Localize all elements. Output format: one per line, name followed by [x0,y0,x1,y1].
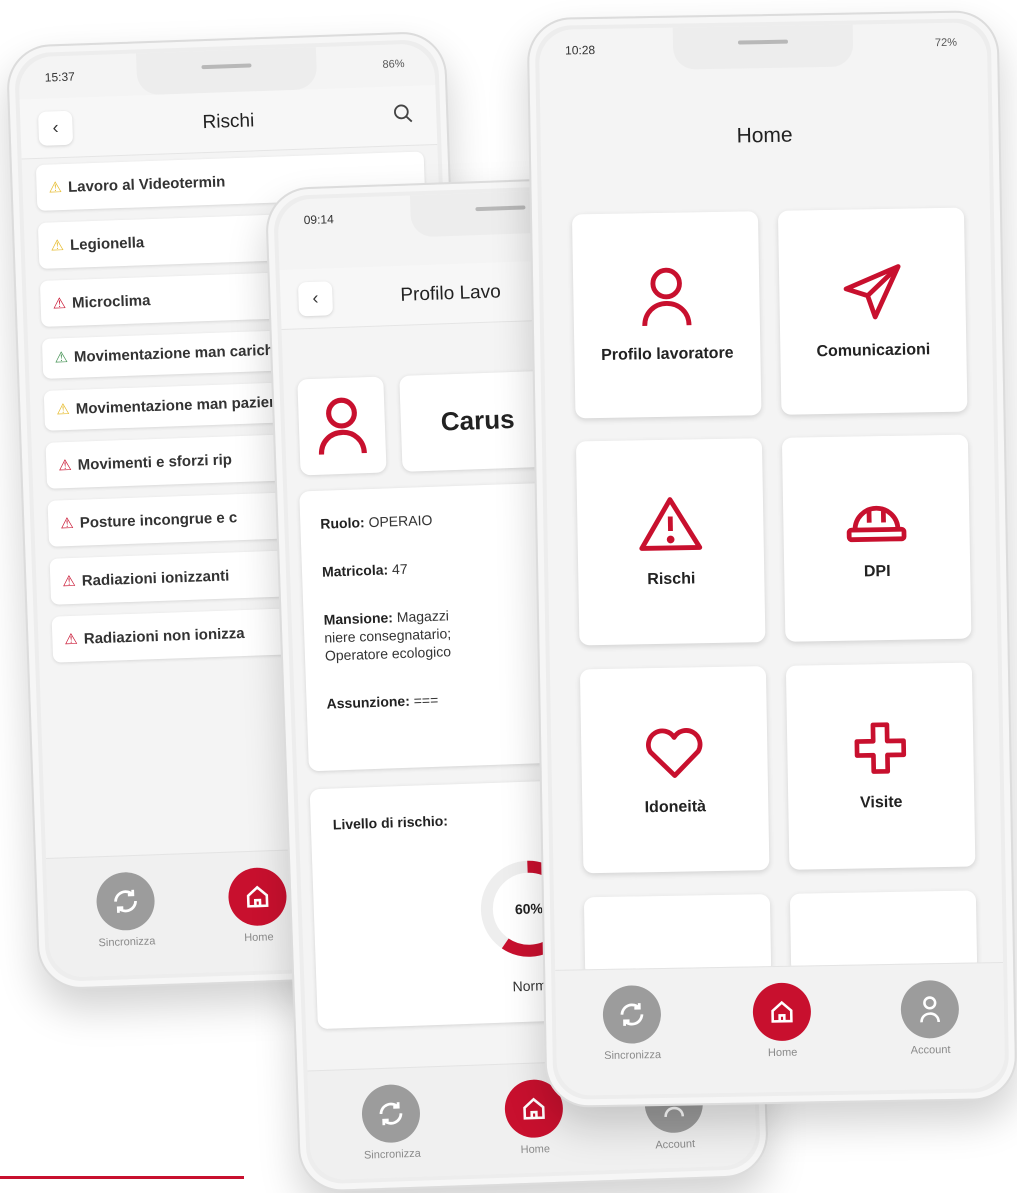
home-icon [771,1000,793,1023]
nav-label: Sincronizza [363,1147,422,1162]
status-time: 09:14 [303,212,334,228]
hire-value: === [413,691,439,709]
nav-label: Home [520,1143,551,1157]
risk-label: Posture incongrue e c [79,509,238,532]
nav-label: Account [655,1138,696,1152]
status-time: 10:28 [564,43,596,58]
medical-cross-icon [854,722,907,774]
status-time: 15:37 [44,69,76,85]
page-title: Home [736,123,793,148]
sync-icon [379,1102,403,1126]
task-row: Mansione: Magazzi niere consegnatario; O… [323,607,452,664]
account-button[interactable] [900,979,960,1039]
warning-icon: ⚠ [56,400,71,419]
warning-icon: ⚠ [52,295,67,313]
tile-profilo-lavoratore[interactable]: Profilo lavoratore [571,211,762,419]
chevron-left-icon: ‹ [312,287,319,308]
tile-label: Comunicazioni [816,341,931,361]
tile-partial[interactable] [583,894,772,978]
avatar [297,376,387,476]
risk-label: Lavoro al Videotermin [67,173,226,196]
nav-sync[interactable]: Sincronizza [350,1083,433,1162]
bottom-nav: Sincronizza Home Account [555,962,1006,1096]
helmet-icon [846,505,907,543]
warning-icon: ⚠ [58,456,73,475]
risk-percent: 60% [515,900,544,917]
tile-comunicazioni[interactable]: Comunicazioni [777,207,968,415]
nav-home[interactable]: Home [216,866,299,945]
page-title: Rischi [202,109,255,133]
sync-button[interactable] [360,1083,421,1144]
risks-header: ‹ Rischi [19,84,438,160]
warning-icon: ⚠ [54,348,69,367]
warning-icon [639,497,703,551]
person-icon [920,996,940,1023]
risk-label: Movimentazione man pazienti [75,393,288,418]
notch [135,47,318,96]
back-button[interactable]: ‹ [37,110,74,146]
sync-button[interactable] [602,985,662,1045]
tile-label: Profilo lavoratore [601,344,734,364]
risk-label: Microclima [71,292,151,312]
tile-label: Rischi [647,570,696,589]
risk-label: Movimenti e sforzi rip [77,451,233,474]
search-icon [394,104,413,122]
nav-label: Home [767,1046,798,1060]
battery-status: 72% [934,36,958,50]
tile-idoneita[interactable]: Idoneità [579,666,770,874]
sync-icon [114,889,137,913]
nav-home[interactable]: Home [741,982,822,1059]
tile-label: Idoneità [644,798,707,817]
warning-icon: ⚠ [62,572,77,591]
decorative-underline [0,1176,244,1179]
nav-sync[interactable]: Sincronizza [85,871,168,950]
home-screen: 10:28 72% Home Profilo lavoratore Comuni… [538,22,1006,1096]
nav-label: Sincronizza [98,935,156,950]
warning-icon: ⚠ [64,630,79,649]
page-title: Profilo Lavo [400,280,502,306]
battery-status: 86% [382,58,405,71]
risk-label: Radiazioni ionizzanti [81,567,230,590]
nav-label: Home [244,931,274,945]
person-icon [318,397,367,455]
tile-label: DPI [863,562,891,581]
home-icon [523,1097,545,1120]
send-icon [843,264,901,320]
warning-icon: ⚠ [50,237,65,255]
nav-sync[interactable]: Sincronizza [591,985,672,1062]
tile-dpi[interactable]: DPI [781,434,972,642]
id-value: 47 [391,560,408,578]
risk-label: Radiazioni non ionizza [83,624,245,648]
nav-label: Account [910,1043,951,1057]
tile-label: Visite [859,793,903,812]
chevron-left-icon: ‹ [52,117,59,138]
risk-label: Movimentazione man carichi [73,341,279,366]
phone-home: 10:28 72% Home Profilo lavoratore Comuni… [526,9,1017,1109]
risk-label: Legionella [69,234,145,254]
warning-icon: ⚠ [60,514,75,533]
heart-icon [646,728,703,778]
role-value: OPERAIO [368,511,433,531]
tile-rischi[interactable]: Rischi [575,438,766,646]
nav-label: Sincronizza [604,1049,662,1063]
tile-partial[interactable] [789,890,978,974]
home-button[interactable] [752,982,812,1042]
home-icon [246,885,269,908]
back-button[interactable]: ‹ [297,280,334,316]
sync-icon [620,1003,644,1026]
person-icon [642,267,692,327]
nav-account[interactable]: Account [889,979,970,1057]
tile-visite[interactable]: Visite [785,662,976,870]
warning-icon: ⚠ [48,179,63,197]
home-button[interactable] [227,866,288,927]
sync-button[interactable] [95,871,156,932]
search-button[interactable] [392,102,415,130]
notch [672,24,854,70]
